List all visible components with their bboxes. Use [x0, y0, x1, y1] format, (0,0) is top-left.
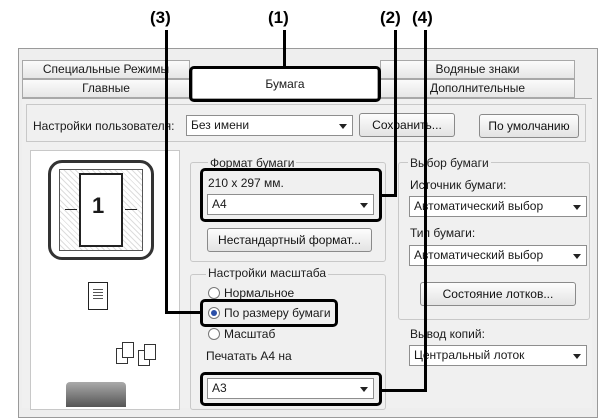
chevron-down-icon: [339, 123, 347, 129]
leader-line-2-vertical: [394, 30, 397, 197]
radio-zoom[interactable]: [208, 328, 220, 340]
paper-source-value: Автоматический выбор: [414, 199, 544, 213]
chevron-down-icon: [573, 253, 581, 259]
leader-line-4-vertical: [424, 30, 427, 392]
output-value: Центральный лоток: [414, 348, 525, 362]
paper-source-select[interactable]: Автоматический выбор: [409, 196, 587, 217]
radio-normal[interactable]: [208, 287, 220, 299]
chevron-down-icon: [573, 204, 581, 210]
arrow-right-icon: [125, 209, 137, 210]
save-button[interactable]: Сохранить...: [359, 113, 455, 137]
leader-line-4-horizontal: [380, 389, 427, 392]
radio-normal-label: Нормальное: [224, 286, 295, 300]
highlight-fit-to-paper: [200, 299, 338, 327]
scaling-title: Настройки масштаба: [206, 266, 329, 280]
user-settings-select[interactable]: Без имени: [186, 115, 353, 136]
chevron-down-icon: [573, 353, 581, 359]
callout-1: (1): [268, 8, 289, 27]
leader-line-3-vertical: [165, 30, 168, 314]
radio-zoom-label: Масштаб: [224, 327, 276, 341]
default-button[interactable]: По умолчанию: [479, 114, 579, 138]
paper-type-select[interactable]: Автоматический выбор: [409, 245, 587, 266]
copies-stack-icon: [116, 338, 160, 366]
tray-status-button[interactable]: Состояние лотков...: [420, 282, 576, 306]
paper-type-label: Тип бумаги:: [410, 226, 476, 240]
arrow-left-icon: [65, 209, 77, 210]
document-icon: [88, 282, 108, 310]
tab-additional[interactable]: Дополнительные: [380, 79, 575, 98]
leader-line-2-horizontal: [380, 194, 397, 197]
user-settings-value: Без имени: [191, 118, 250, 132]
custom-format-button[interactable]: Нестандартный формат...: [207, 228, 372, 252]
user-settings-label: Настройки пользователя:: [33, 119, 175, 133]
output-label: Вывод копий:: [410, 327, 485, 341]
highlight-print-on: [200, 372, 382, 406]
tab-watermarks[interactable]: Водяные знаки: [380, 60, 575, 79]
print-on-label: Печатать A4 на: [206, 349, 292, 363]
paper-selection-title: Выбор бумаги: [408, 156, 491, 170]
paper-type-value: Автоматический выбор: [414, 248, 544, 262]
highlight-paper-tab: [189, 66, 381, 102]
page-layout-preview: 1: [48, 160, 154, 260]
leader-line-1: [283, 30, 286, 67]
preview-page-number: 1: [92, 193, 105, 218]
callout-3: (3): [150, 8, 171, 27]
highlight-paper-format: [200, 168, 382, 222]
callout-2: (2): [380, 8, 401, 27]
callout-4: (4): [412, 8, 433, 27]
leader-line-3-horizontal: [165, 311, 201, 314]
output-select[interactable]: Центральный лоток: [409, 345, 587, 366]
printer-icon: [66, 382, 126, 407]
